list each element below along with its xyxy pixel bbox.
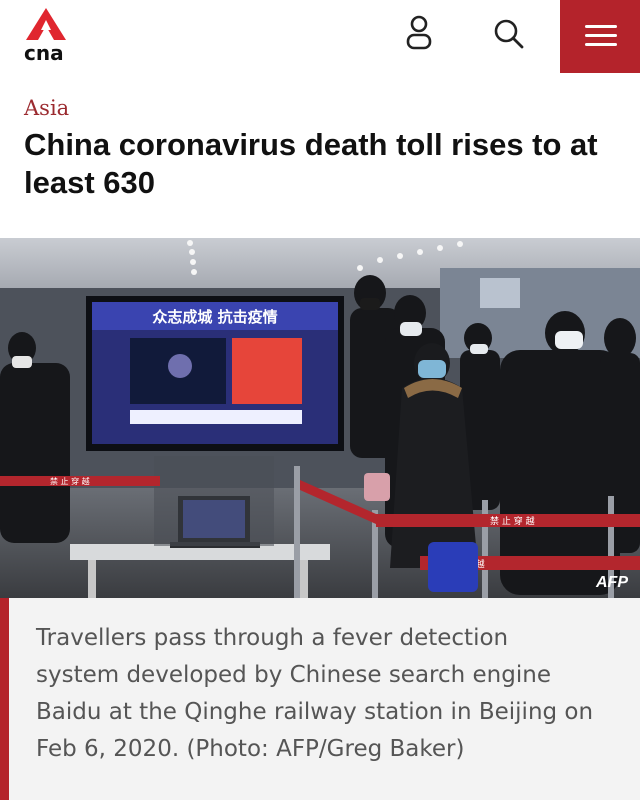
logo-text: cna — [24, 41, 64, 65]
photo-credit-logo: AFP — [596, 574, 628, 591]
cna-logo[interactable]: cna — [22, 6, 70, 65]
barrier-text: 禁 止 穿 越 — [490, 515, 535, 527]
site-header: cna — [0, 0, 640, 73]
hamburger-menu-icon — [585, 25, 617, 28]
screen-banner-text: 众志成城 抗击疫情 — [152, 308, 277, 326]
hamburger-menu-button[interactable] — [560, 0, 640, 73]
article-headline: China coronavirus death toll rises to at… — [24, 127, 598, 200]
article-photo: 众志成城 抗击疫情 禁 止 穿 越 禁 止 穿 越 禁 止 穿 越 — [0, 238, 640, 598]
caption-accent-bar — [0, 598, 9, 800]
cna-logo-mark — [26, 8, 66, 40]
user-icon[interactable] — [404, 14, 434, 50]
hamburger-menu-icon — [585, 43, 617, 46]
search-icon[interactable] — [492, 14, 524, 50]
photo-caption: Travellers pass through a fever detectio… — [36, 625, 594, 762]
hamburger-menu-icon — [585, 34, 617, 37]
barrier-text: 禁 止 穿 越 — [50, 476, 90, 486]
section-label[interactable]: Asia — [24, 96, 69, 120]
photo-caption-box: Travellers pass through a fever detectio… — [0, 598, 640, 800]
